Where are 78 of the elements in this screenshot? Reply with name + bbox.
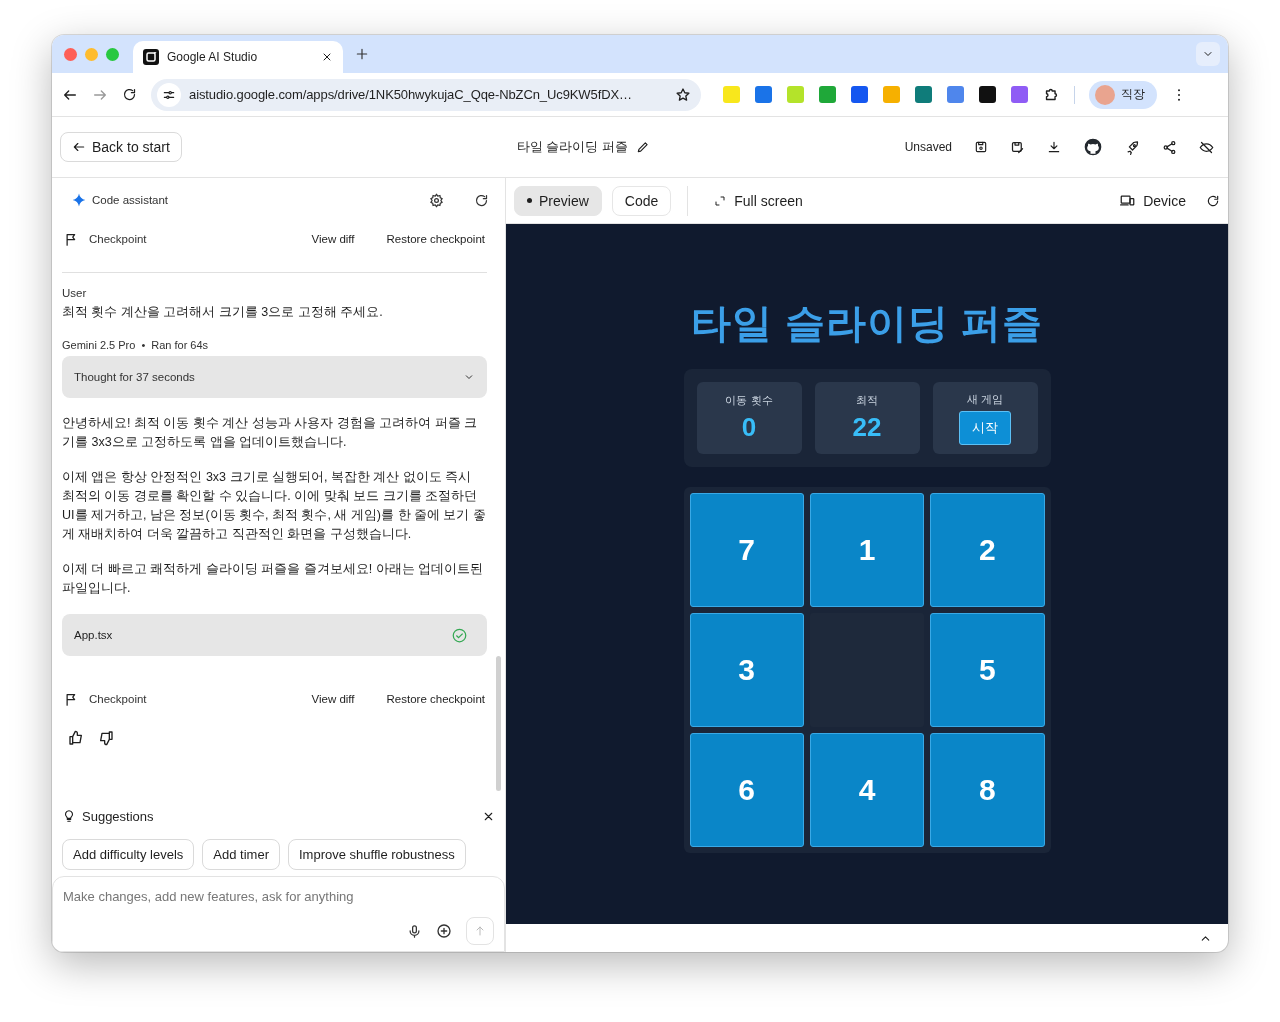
puzzle-tile[interactable]: 7	[689, 493, 804, 607]
prompt-field[interactable]: Make changes, add new features, ask for anything	[63, 889, 494, 904]
suggestion-chip[interactable]: Add difficulty levels	[62, 839, 195, 870]
back-button[interactable]: Back to start	[60, 132, 182, 162]
assistant-message: 이제 앱은 항상 안정적인 3x3 크기로 실행되어, 복잡한 계산 없이도 즉시 최적의 이동 경로를 확인할 수 있습니다. 이에 맞춰 보드 크기를 조절하던 UI를 제거하고, 남은 정보(이동 횟수, 최적 횟수, 새 게임)를 한 줄에 보기 좋게 재배치하여 더욱 깔끔하고 직관적인 화면을 구성했습니다.	[62, 469, 487, 543]
puzzle-icon[interactable]	[1043, 86, 1060, 103]
thought-panel[interactable]: Thought for 37 seconds	[62, 356, 487, 398]
project-title: 타일 슬라이딩 퍼즐	[516, 138, 628, 156]
game-title: 타일 슬라이딩 퍼즐	[690, 300, 1044, 347]
puzzle-tile[interactable]: 5	[930, 613, 1045, 727]
expand-icon	[714, 194, 727, 207]
puzzle-tile[interactable]: 6	[689, 733, 804, 847]
avatar-icon	[1095, 84, 1115, 105]
full-screen-button[interactable]: Full screen	[704, 192, 813, 209]
scrollbar-thumb[interactable]	[496, 656, 501, 791]
restore-checkpoint-link[interactable]: Restore checkpoint	[386, 693, 485, 705]
puzzle-tile[interactable]: 4	[809, 733, 925, 847]
message-author: User	[62, 287, 88, 299]
rocket-icon[interactable]	[1125, 139, 1140, 155]
device-button[interactable]: Device	[1110, 192, 1196, 209]
share-icon[interactable]	[1162, 139, 1177, 155]
address-bar[interactable]: aistudio.google.com/apps/drive/1NK50hwykujaC_Qqe-NbZCn_Uc9KW5fDX…	[151, 78, 701, 111]
run-duration: Ran for 64s	[151, 339, 209, 351]
model-name: Gemini 2.5 Pro	[62, 339, 136, 351]
url-text: aistudio.google.com/apps/drive/1NK50hwykujaC_Qqe-NbZCn_Uc9KW5fDX…	[189, 87, 633, 102]
close-icon[interactable]	[321, 51, 333, 63]
add-icon[interactable]	[436, 923, 452, 939]
view-tab[interactable]: Preview	[514, 185, 602, 216]
extension-icon[interactable]	[979, 86, 996, 103]
devices-icon	[1120, 193, 1136, 208]
suggestion-chip[interactable]: Improve shuffle robustness	[287, 839, 466, 870]
thumbs-up-icon[interactable]	[68, 730, 84, 746]
user-message: 최적 횟수 계산을 고려해서 크기를 3으로 고정해 주세요.	[62, 304, 384, 321]
star-icon[interactable]	[675, 86, 691, 103]
arrow-up-icon	[474, 925, 486, 937]
browser-tab[interactable]: Google AI Studio	[133, 41, 343, 73]
sparkle-icon	[72, 193, 86, 207]
microphone-icon[interactable]	[407, 923, 422, 939]
checkpoint-label: Checkpoint	[89, 233, 148, 245]
github-icon[interactable]	[1083, 137, 1103, 157]
app-favicon-icon	[143, 49, 159, 65]
hidden-icon[interactable]	[1199, 139, 1214, 155]
save-icon[interactable]	[974, 140, 988, 154]
stat-label: 최적	[856, 393, 878, 408]
assistant-message: 안녕하세요! 최적 이동 횟수 계산 성능과 사용자 경험을 고려하여 퍼즐 크기를 3x3으로 고정하도록 앱을 업데이트했습니다.	[62, 415, 479, 451]
profile-button[interactable]: 직장	[1089, 80, 1157, 109]
puzzle-tile[interactable]: 2	[930, 493, 1045, 607]
puzzle-tile[interactable]: 3	[689, 613, 804, 727]
arrow-left-icon	[72, 140, 86, 154]
suggestions-title: Suggestions	[82, 808, 155, 824]
view-diff-link[interactable]: View diff	[311, 693, 355, 705]
stat-value: 22	[852, 412, 882, 443]
save-as-icon[interactable]	[1010, 139, 1025, 155]
assistant-message: 이제 더 빠르고 쾌적하게 슬라이딩 퍼즐을 즐겨보세요! 아래는 업데이트된 파일입니다.	[62, 561, 485, 597]
suggestion-chip[interactable]: Add timer	[202, 839, 280, 870]
save-status: Unsaved	[904, 140, 952, 154]
new-tab-icon[interactable]	[355, 47, 369, 61]
puzzle-tile[interactable]: 1	[809, 493, 925, 607]
refresh-icon[interactable]	[1206, 193, 1220, 208]
pencil-icon[interactable]	[635, 140, 650, 154]
separator-dot: •	[141, 339, 146, 351]
puzzle-tile[interactable]: 8	[930, 733, 1045, 847]
stat-label: 새 게임	[966, 391, 1004, 407]
checkpoint-label: Checkpoint	[89, 693, 148, 705]
panel-title: Code assistant	[92, 194, 169, 206]
download-icon[interactable]	[1047, 140, 1061, 154]
start-button[interactable]: 시작	[959, 410, 1011, 445]
view-tab[interactable]: Code	[611, 185, 672, 216]
lightbulb-icon	[62, 809, 76, 823]
restore-checkpoint-link[interactable]: Restore checkpoint	[386, 233, 485, 245]
stat-value: 0	[741, 412, 757, 443]
reload-icon[interactable]	[122, 87, 137, 102]
view-diff-link[interactable]: View diff	[311, 233, 355, 245]
stat-label: 이동 횟수	[725, 393, 773, 408]
thumbs-down-icon[interactable]	[98, 730, 114, 746]
file-card[interactable]: App.tsx	[62, 614, 487, 656]
refresh-icon[interactable]	[474, 192, 489, 208]
settings-icon[interactable]	[429, 192, 444, 208]
